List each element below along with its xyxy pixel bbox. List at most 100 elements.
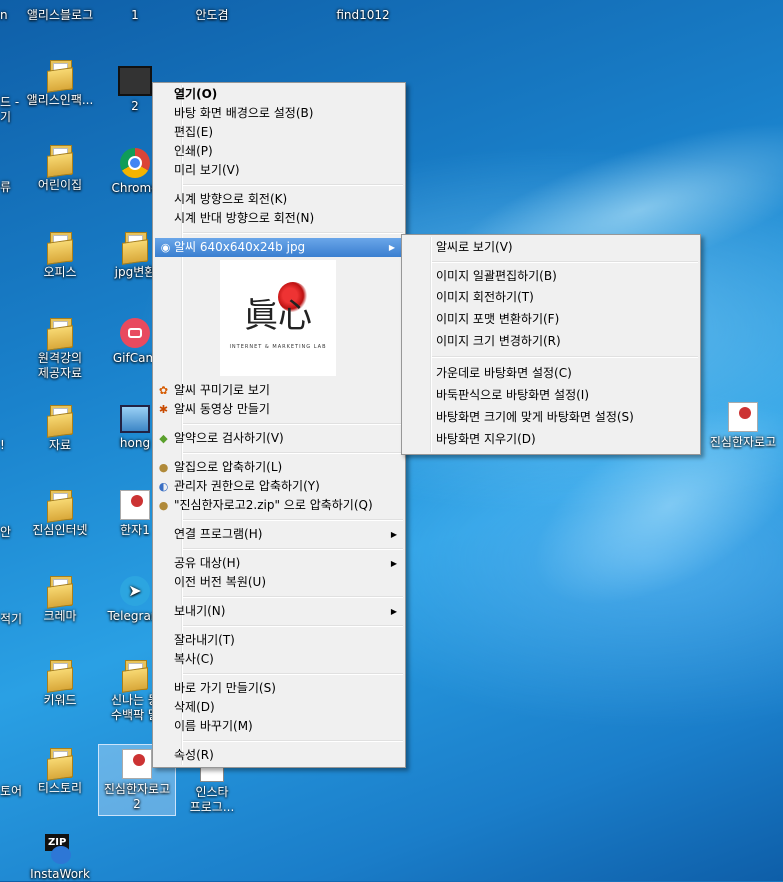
menu-item-restore-previous-versions[interactable]: 이전 버전 복원(U): [153, 573, 405, 592]
desktop-icon-alice-in-pack[interactable]: 앨리스인팩...: [22, 60, 98, 108]
menu-separator: [183, 452, 403, 454]
image-preview: 眞心 INTERNET & MARKETING LAB: [153, 257, 405, 381]
alyac-pill-icon: ◆: [159, 432, 168, 445]
menu-separator: [432, 356, 698, 358]
menu-separator: [183, 548, 403, 550]
submenu-item-view-with-alsee[interactable]: 알씨로 보기(V): [402, 238, 700, 257]
menu-separator: [432, 261, 698, 263]
submenu-item-rotate-image[interactable]: 이미지 회전하기(T): [402, 286, 700, 308]
menu-item-copy[interactable]: 복사(C): [153, 650, 405, 669]
image-file-icon: [728, 402, 758, 432]
menu-separator: [183, 184, 403, 186]
submenu-item-wallpaper-tile[interactable]: 바둑판식으로 바탕화면 설정(I): [402, 384, 700, 406]
desktop-icon-partial[interactable]: 적기: [0, 612, 22, 627]
alsee-submenu: 알씨로 보기(V) 이미지 일괄편집하기(B) 이미지 회전하기(T) 이미지 …: [401, 234, 701, 455]
submenu-item-wallpaper-fit[interactable]: 바탕화면 크기에 맞게 바탕화면 설정(S): [402, 406, 700, 428]
folder-icon: [47, 405, 73, 438]
menu-item-share-with[interactable]: 공유 대상(H) ▶: [153, 554, 405, 573]
image-file-icon: [122, 749, 152, 779]
menu-item-rotate-counterclockwise[interactable]: 시계 반대 방향으로 회전(N): [153, 209, 405, 228]
submenu-item-wallpaper-center[interactable]: 가운데로 바탕화면 설정(C): [402, 362, 700, 384]
submenu-item-convert-format[interactable]: 이미지 포맷 변환하기(F): [402, 308, 700, 330]
desktop-icon-office[interactable]: 오피스: [22, 232, 98, 280]
folder-icon: [47, 748, 73, 781]
desktop-icon-jinsim-internet[interactable]: 진심인터넷: [22, 490, 98, 538]
desktop-icon-materials[interactable]: 자료: [22, 405, 98, 453]
menu-separator: [183, 740, 403, 742]
menu-item-alsee-decorate[interactable]: ✿ 알씨 꾸미기로 보기: [153, 381, 405, 400]
image-file-icon: [120, 490, 150, 520]
gifcam-icon: [120, 318, 150, 348]
folder-icon: [47, 576, 73, 609]
desktop-icon-partial[interactable]: !: [0, 438, 5, 453]
triangle-right-icon: ▶: [388, 243, 395, 252]
desktop-icon-daycare[interactable]: 어린이집: [22, 145, 98, 193]
menu-item-alsee-movie[interactable]: ✱ 알씨 동영상 만들기: [153, 400, 405, 419]
triangle-right-icon: ▶: [390, 607, 397, 616]
desktop-icon-partial[interactable]: 안: [0, 525, 11, 540]
menu-item-delete[interactable]: 삭제(D): [153, 698, 405, 717]
desktop-icon-partial[interactable]: 류: [0, 180, 11, 195]
submenu-item-batch-edit[interactable]: 이미지 일괄편집하기(B): [402, 267, 700, 286]
menu-item-create-shortcut[interactable]: 바로 가기 만들기(S): [153, 679, 405, 698]
menu-separator: [183, 423, 403, 425]
menu-item-preview[interactable]: 미리 보기(V): [153, 161, 405, 180]
menu-item-edit[interactable]: 편집(E): [153, 123, 405, 142]
desktop-icon-alice-blog[interactable]: 앨리스블로그: [22, 8, 98, 23]
video-file-icon: [118, 66, 152, 96]
menu-item-open[interactable]: 열기(O): [153, 85, 405, 104]
submenu-item-remove-wallpaper[interactable]: 바탕화면 지우기(D): [402, 428, 700, 450]
menu-item-cut[interactable]: 잘라내기(T): [153, 631, 405, 650]
telegram-icon: ➤: [120, 576, 150, 606]
zip-archive-icon: ZIP: [45, 834, 75, 864]
desktop-icon-andogyeom[interactable]: 안도겸: [174, 8, 250, 23]
chrome-icon: [120, 148, 150, 178]
menu-item-rename[interactable]: 이름 바꾸기(M): [153, 717, 405, 736]
folder-icon: [47, 145, 73, 178]
preview-logo: 眞心: [220, 282, 336, 338]
menu-item-print[interactable]: 인쇄(P): [153, 142, 405, 161]
desktop-icon-keyword[interactable]: 키워드: [22, 660, 98, 708]
alsee-icon: ◉: [160, 241, 171, 254]
desktop-icon-instawork[interactable]: ZIP InstaWork: [22, 834, 98, 882]
menu-item-alsee-submenu[interactable]: ◉ 알씨 640x640x24b jpg ▶: [155, 238, 403, 257]
menu-item-open-with[interactable]: 연결 프로그램(H) ▶: [153, 525, 405, 544]
alzip-icon: ●: [158, 499, 169, 512]
desktop-icon-jinsim-hanja-logo[interactable]: 진심한자로고: [705, 402, 781, 450]
folder-icon: [122, 232, 148, 265]
alzip-icon: ●: [158, 461, 169, 474]
desktop-icon-remote-lecture[interactable]: 원격강의 제공자료: [22, 318, 98, 381]
menu-separator: [183, 519, 403, 521]
menu-item-admin-compress[interactable]: ◐ 관리자 권한으로 압축하기(Y): [153, 477, 405, 496]
triangle-right-icon: ▶: [390, 559, 397, 568]
desktop-icon-partial[interactable]: 토어: [0, 784, 22, 799]
menu-item-alyac-scan[interactable]: ◆ 알약으로 검사하기(V): [153, 429, 405, 448]
menu-item-alzip-compress[interactable]: ● 알집으로 압축하기(L): [153, 458, 405, 477]
menu-item-rotate-clockwise[interactable]: 시계 방향으로 회전(K): [153, 190, 405, 209]
desktop-icon-1[interactable]: 1: [97, 8, 173, 23]
menu-separator: [183, 232, 403, 234]
desktop-icon-find1012[interactable]: find1012: [325, 8, 401, 23]
computer-icon: [120, 405, 150, 433]
context-menu: 열기(O) 바탕 화면 배경으로 설정(B) 편집(E) 인쇄(P) 미리 보기…: [152, 82, 406, 768]
desktop-icon-tistory[interactable]: 티스토리: [22, 748, 98, 796]
preview-thumbnail: 眞心 INTERNET & MARKETING LAB: [220, 260, 336, 376]
folder-icon: [47, 60, 73, 93]
menu-item-compress-to-zip[interactable]: ● "진심한자로고2.zip" 으로 압축하기(Q): [153, 496, 405, 515]
alsee-movie-icon: ✱: [158, 403, 169, 416]
menu-separator: [183, 625, 403, 627]
menu-item-set-desktop-background[interactable]: 바탕 화면 배경으로 설정(B): [153, 104, 405, 123]
folder-icon: [47, 490, 73, 523]
submenu-item-resize-image[interactable]: 이미지 크기 변경하기(R): [402, 330, 700, 352]
folder-icon: [47, 660, 73, 693]
folder-icon: [47, 318, 73, 351]
menu-separator: [183, 596, 403, 598]
desktop-icon-crema[interactable]: 크레마: [22, 576, 98, 624]
menu-item-send-to[interactable]: 보내기(N) ▶: [153, 602, 405, 621]
desktop-icon-partial[interactable]: n: [0, 8, 8, 23]
menu-item-properties[interactable]: 속성(R): [153, 746, 405, 765]
triangle-right-icon: ▶: [390, 530, 397, 539]
alsee-decorate-icon: ✿: [158, 384, 169, 397]
preview-tagline: INTERNET & MARKETING LAB: [229, 344, 327, 350]
desktop-icon-partial[interactable]: 드 -기: [0, 95, 19, 125]
